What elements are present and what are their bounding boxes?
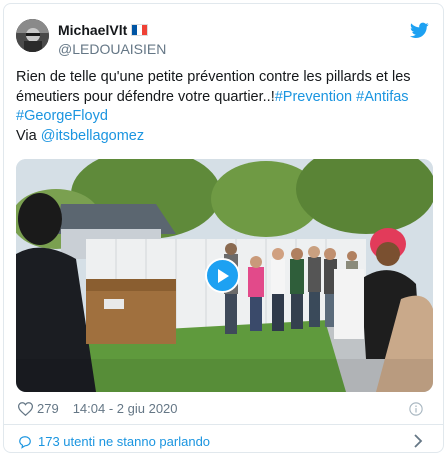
twitter-bird-icon[interactable] <box>410 22 429 39</box>
timestamp[interactable]: 14:04 - 2 giu 2020 <box>73 401 178 416</box>
divider <box>4 424 443 425</box>
video-thumbnail[interactable] <box>16 159 433 392</box>
tweet-text: Rien de telle qu'une petite prévention c… <box>16 68 436 146</box>
speech-bubble-icon <box>19 435 31 449</box>
avatar[interactable] <box>16 19 49 52</box>
chevron-right-icon[interactable] <box>413 434 423 448</box>
author-name-row[interactable]: MichaelVlt <box>58 22 149 38</box>
conversation-label[interactable]: 173 utenti ne stanno parlando <box>38 434 210 449</box>
author-name[interactable]: MichaelVlt <box>58 22 127 38</box>
author-handle[interactable]: @LEDOUAISIEN <box>58 41 166 57</box>
conversation-link[interactable]: 173 utenti ne stanno parlando <box>18 434 210 449</box>
hashtag-prevention[interactable]: #Prevention <box>275 89 352 105</box>
france-flag-icon <box>131 24 149 36</box>
via-mention[interactable]: @itsbellagomez <box>41 128 144 144</box>
play-button[interactable] <box>205 258 240 293</box>
heart-icon[interactable] <box>18 401 33 416</box>
info-icon[interactable] <box>409 402 423 416</box>
via-label: Via <box>16 127 37 144</box>
hashtag-antifas[interactable]: #Antifas <box>356 89 408 105</box>
tweet-meta: 279 14:04 - 2 giu 2020 <box>18 401 178 416</box>
like-count: 279 <box>37 401 59 416</box>
play-icon <box>217 268 229 283</box>
tweet-card: MichaelVlt @LEDOUAISIEN Rien de telle qu… <box>3 3 444 453</box>
tweet-body: Rien de telle qu'une petite prévention c… <box>16 69 411 105</box>
hashtag-georgefloyd[interactable]: #GeorgeFloyd <box>16 108 108 124</box>
